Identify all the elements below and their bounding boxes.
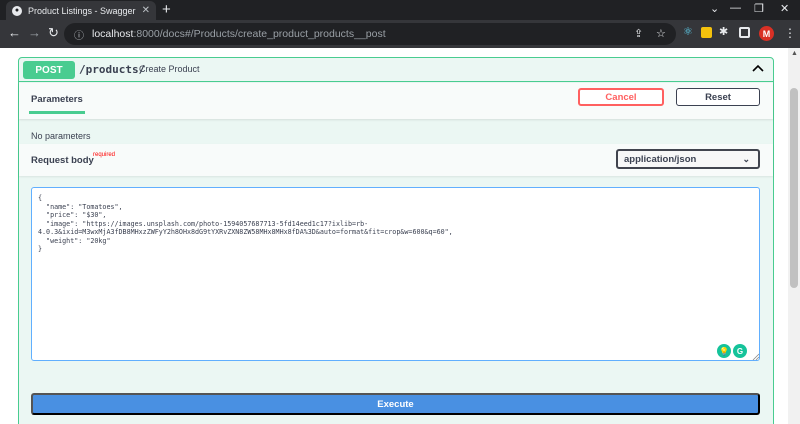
chevron-down-icon: ⌄: [742, 154, 750, 164]
collapse-chevron-icon[interactable]: [751, 62, 765, 76]
no-parameters-text: No parameters: [31, 131, 91, 141]
content-type-select[interactable]: application/json ⌄: [616, 149, 760, 169]
reset-button[interactable]: Reset: [676, 88, 760, 106]
bookmark-star-icon[interactable]: ☆: [656, 27, 666, 40]
request-body-editor[interactable]: { "name": "Tomatoes", "price": "$30", "i…: [31, 187, 760, 361]
url-host: localhost: [92, 28, 134, 40]
tab-strip: ● Product Listings - Swagger UI ✕ + ⌄ — …: [0, 0, 800, 20]
operation-description: Create Product: [139, 64, 200, 74]
browser-toolbar: ← → ↻ ⓘ localhost:8000/docs#/Products/cr…: [0, 20, 800, 48]
operation-summary[interactable]: POST /products/ Create Product: [19, 58, 773, 82]
operation-block-post: POST /products/ Create Product Parameter…: [18, 57, 774, 424]
request-body-title: Request body: [31, 155, 94, 166]
forward-icon[interactable]: →: [28, 26, 41, 40]
execute-button[interactable]: Execute: [31, 393, 760, 415]
page-viewport: POST /products/ Create Product Parameter…: [0, 48, 800, 424]
active-tab-indicator: [29, 111, 85, 114]
url-path: :8000/docs#/Products/create_product_prod…: [133, 28, 386, 40]
kebab-menu-icon[interactable]: ⋮: [784, 26, 796, 40]
page-scrollbar[interactable]: ▲: [788, 48, 800, 424]
tab-title: Product Listings - Swagger UI: [28, 5, 138, 16]
required-marker: required: [93, 152, 116, 158]
site-info-icon[interactable]: ⓘ: [74, 27, 84, 42]
tab-close-icon[interactable]: ✕: [142, 5, 150, 16]
puzzle-icon[interactable]: ✱: [719, 25, 730, 38]
parameters-tab[interactable]: Parameters: [31, 94, 83, 105]
side-panel-icon[interactable]: [739, 27, 750, 38]
tab-search-chevron-icon[interactable]: ⌄: [710, 2, 719, 15]
browser-tab[interactable]: ● Product Listings - Swagger UI ✕: [6, 1, 156, 20]
window-close-icon[interactable]: ✕: [780, 2, 789, 15]
minimize-icon[interactable]: —: [730, 2, 741, 14]
share-icon[interactable]: ⇪: [634, 27, 643, 40]
back-icon[interactable]: ←: [8, 26, 21, 40]
content-type-value: application/json: [624, 153, 697, 165]
parameters-header: Parameters Cancel Reset: [19, 83, 773, 119]
method-badge: POST: [23, 61, 75, 79]
grammarly-suggestion-icon[interactable]: 💡: [717, 344, 731, 358]
scroll-up-icon[interactable]: ▲: [791, 50, 798, 57]
grammarly-logo-icon[interactable]: G: [733, 344, 747, 358]
operation-path: /products/: [79, 63, 146, 76]
restore-icon[interactable]: ❐: [754, 2, 764, 15]
swagger-favicon-icon: ●: [12, 5, 22, 16]
cancel-button[interactable]: Cancel: [578, 88, 664, 106]
profile-avatar[interactable]: M: [759, 26, 774, 41]
address-bar[interactable]: ⓘ localhost:8000/docs#/Products/create_p…: [64, 23, 676, 45]
grammarly-widget[interactable]: 💡 G: [717, 344, 747, 358]
new-tab-button[interactable]: +: [162, 2, 171, 17]
scrollbar-thumb[interactable]: [790, 88, 798, 288]
react-devtools-icon[interactable]: ⚛: [683, 25, 694, 38]
resize-handle-icon[interactable]: [752, 353, 760, 361]
extension-icon[interactable]: [701, 27, 712, 38]
request-body-header: Request body required application/json ⌄: [19, 144, 773, 176]
reload-icon[interactable]: ↻: [48, 26, 59, 40]
